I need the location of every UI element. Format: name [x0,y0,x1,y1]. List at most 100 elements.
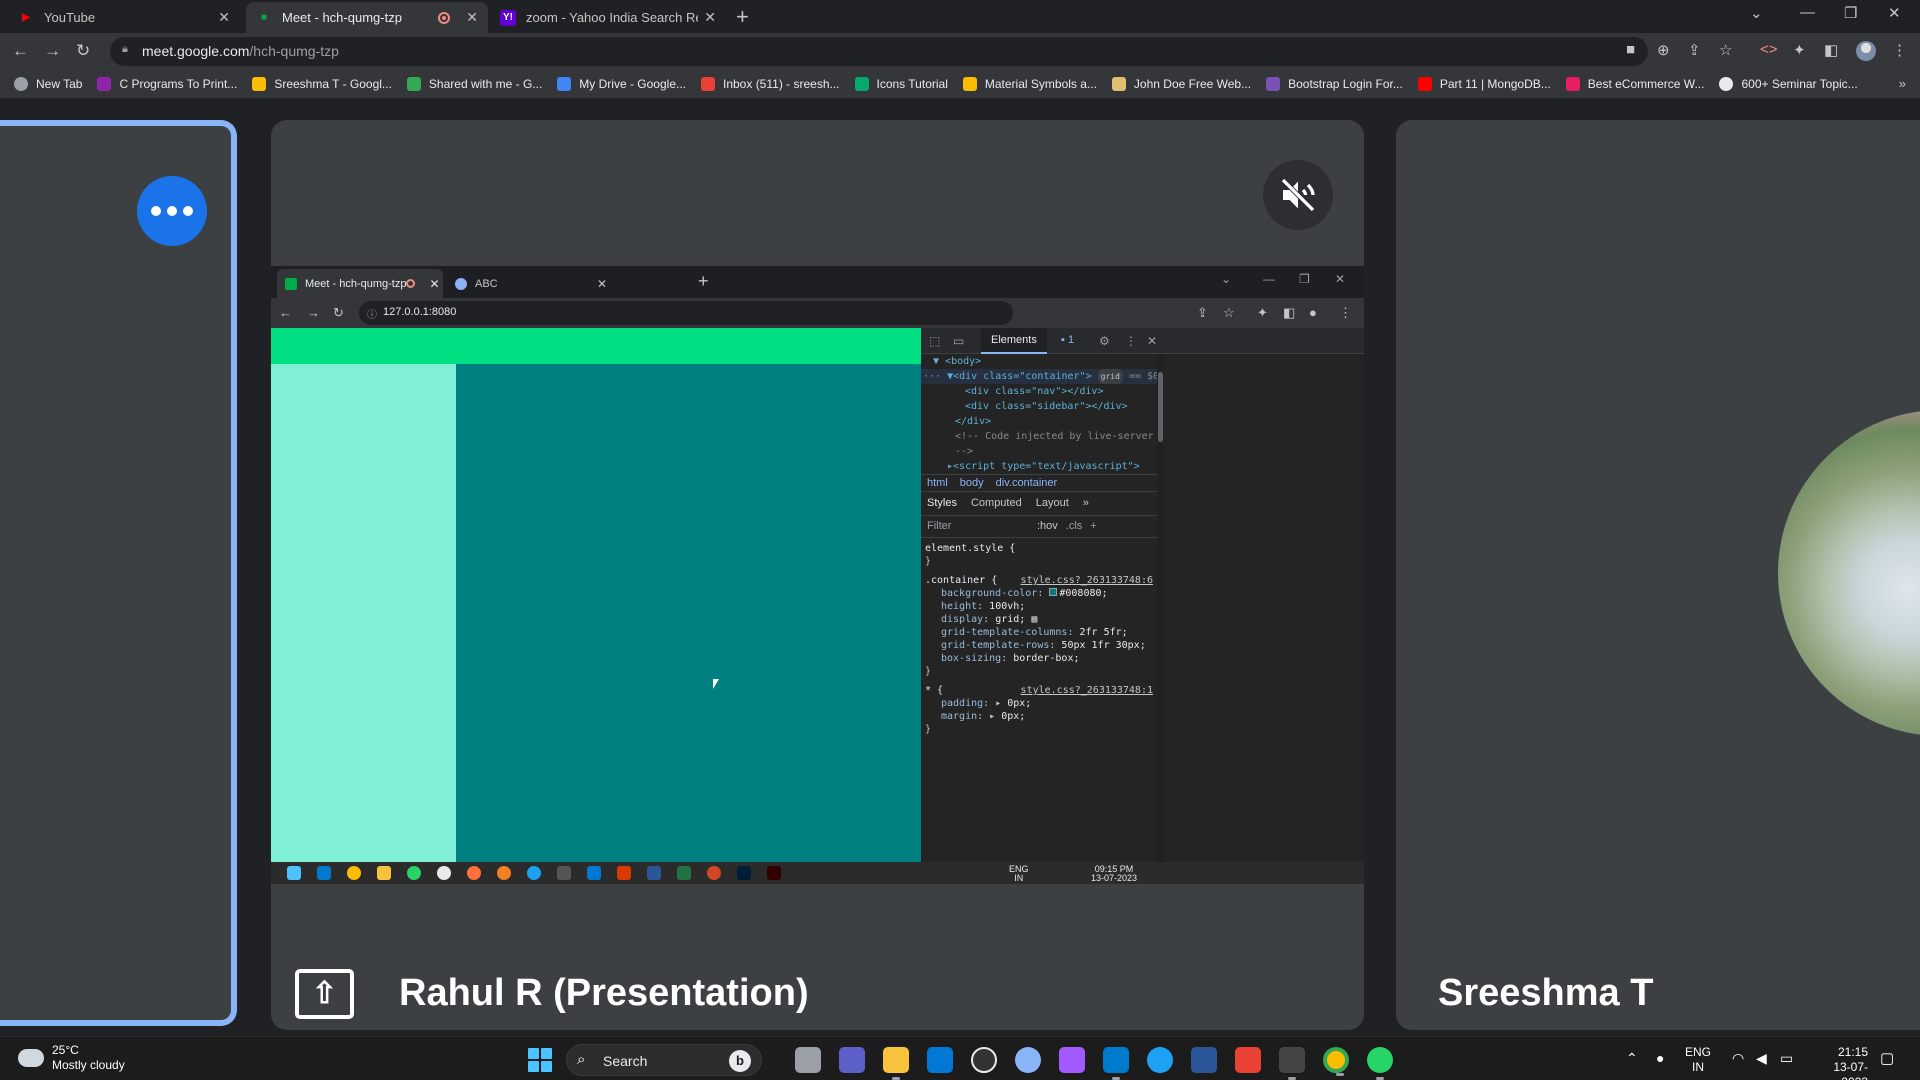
illustrator-icon [767,866,781,880]
tab-yahoo[interactable]: Y! zoom - Yahoo India Search Resul ✕ [490,2,726,33]
tab-youtube[interactable]: ▶ YouTube ✕ [8,2,240,33]
globe-icon [455,277,467,290]
reload-icon[interactable]: ↻ [76,41,90,61]
figma-icon[interactable] [1059,1047,1085,1073]
bookmark-item[interactable]: Best eCommerce W... [1565,77,1704,91]
shared-taskbar: ENG IN 09:15 PM 13-07-2023 [271,862,1364,884]
anydesk-icon[interactable] [1235,1047,1261,1073]
bookmark-item[interactable]: Sreeshma T - Googl... [252,77,392,91]
css-property: padding: ▸ 0px; [941,698,1032,709]
minimize-icon: — [1263,272,1275,286]
back-icon[interactable]: ← [12,41,29,61]
rule-selector: element.style { [925,543,1016,554]
vscode-icon[interactable] [1103,1047,1129,1080]
bing-icon[interactable]: b [729,1050,751,1072]
start-button[interactable] [528,1048,552,1072]
battery-icon[interactable]: ▭ [1780,1050,1793,1067]
chrome-icon[interactable] [1323,1047,1349,1076]
notification-icon[interactable]: ▢ [1880,1049,1894,1067]
dom-node: <div class="nav"></div> [965,386,1104,397]
bootstrap-icon [1266,77,1281,91]
css-property: box-sizing: border-box; [941,653,1080,664]
wifi-icon[interactable]: ◠ [1732,1050,1744,1067]
bookmark-item[interactable]: Shared with me - G... [406,77,542,91]
bookmark-item[interactable]: John Doe Free Web... [1111,77,1251,91]
camera-icon[interactable]: ■ [1626,41,1635,58]
share-page-icon: ⇪ [1197,305,1208,320]
more-options-button[interactable] [137,176,207,246]
weather-widget[interactable]: 25°C Mostly cloudy [15,1043,125,1073]
crumb: html [927,477,948,489]
bookmark-star-icon[interactable]: ☆ [1719,41,1732,59]
menu-icon[interactable]: ⋮ [1892,41,1907,59]
rule-close: } [925,556,932,567]
code-extension-icon[interactable]: <> [1760,41,1778,58]
volume-icon[interactable]: ◀ [1756,1050,1767,1067]
word-icon[interactable] [1191,1047,1217,1073]
address-bar[interactable]: 🔒︎ meet.google.com/hch-qumg-tzp [110,37,1648,66]
new-tab-icon: + [698,271,709,291]
zoom-icon[interactable]: ⊕ [1657,41,1670,59]
bookmark-item[interactable]: Inbox (511) - sreesh... [701,77,840,91]
terminal-icon[interactable] [1279,1047,1305,1080]
shared-screen: Meet - hch-qumg-tzp ✕ ABC ✕ + ⌄ — ❐ ✕ ← … [271,266,1364,884]
new-tab-button[interactable]: + [736,4,749,30]
device-toggle-icon: ▭ [953,334,965,348]
microphone-icon[interactable]: ● [1656,1050,1664,1066]
bookmark-item[interactable]: My Drive - Google... [557,77,686,91]
terminal-icon [557,866,571,880]
app-icon[interactable] [1015,1047,1041,1073]
participant-tile-sreeshma[interactable]: Sreeshma T [1396,120,1920,1030]
restore-icon[interactable]: ❐ [1844,4,1857,22]
back-icon: ← [279,305,292,320]
minimize-icon[interactable]: — [1800,4,1815,21]
meet-icon: ■ [260,12,268,23]
profile-avatar[interactable] [1856,41,1876,61]
close-tab-icon[interactable]: ✕ [218,9,230,26]
bookmark-item[interactable]: Material Symbols a... [962,77,1097,91]
dell-icon[interactable] [971,1047,997,1073]
file-explorer-icon[interactable] [883,1047,909,1080]
settings-icon: ⚙ [1099,334,1110,348]
bookmark-label: Sreeshma T - Googl... [274,77,392,91]
bookmark-label: Icons Tutorial [876,77,948,91]
firefox-icon [467,866,481,880]
share-page-icon[interactable]: ⇪ [1688,41,1701,59]
rule-source-link: style.css?_263133748:1 [1020,685,1153,696]
edge-icon[interactable] [1147,1047,1173,1073]
store-icon[interactable] [927,1047,953,1073]
office-icon [617,866,631,880]
bookmark-item[interactable]: Part 11 | MongoDB... [1417,77,1551,91]
browser-tabstrip: ▶ YouTube ✕ ■ Meet - hch-qumg-tzp ✕ Y! z… [0,0,1920,33]
system-clock[interactable]: 21:1513-07-2023 [1810,1045,1868,1080]
bookmark-icon [1565,77,1580,91]
presentation-tile[interactable]: Meet - hch-qumg-tzp ✕ ABC ✕ + ⌄ — ❐ ✕ ← … [271,120,1364,1030]
bookmark-item[interactable]: Icons Tutorial [854,77,948,91]
side-panel-icon[interactable]: ◧ [1824,41,1838,59]
bookmark-item[interactable]: 600+ Seminar Topic... [1719,77,1858,91]
tab-title: Meet - hch-qumg-tzp [305,277,407,290]
language-indicator[interactable]: ENG IN [1685,1045,1711,1075]
tab-meet[interactable]: ■ Meet - hch-qumg-tzp ✕ [246,2,488,33]
bookmark-item[interactable]: C Programs To Print... [97,77,237,91]
taskbar-search[interactable]: ⌕ Search b [566,1044,762,1076]
bookmark-item[interactable]: Bootstrap Login For... [1266,77,1403,91]
shared-address-bar: ⓘ 127.0.0.1:8080 [359,301,1013,325]
bookmark-item[interactable]: New Tab [14,77,82,91]
whatsapp-icon[interactable] [1367,1047,1393,1080]
task-view-icon[interactable] [795,1047,821,1073]
extensions-icon[interactable]: ✦ [1793,41,1806,59]
show-hidden-icons[interactable]: ⌃ [1626,1050,1638,1067]
close-window-icon[interactable]: ✕ [1888,4,1901,22]
close-tab-icon[interactable]: ✕ [704,9,716,26]
teams-chat-icon[interactable] [839,1047,865,1073]
shared-tab-meet: Meet - hch-qumg-tzp ✕ [277,269,443,298]
tab-search-icon[interactable]: ⌄ [1750,4,1763,22]
participant-tile-self[interactable] [0,120,237,1026]
forward-icon[interactable]: → [44,41,61,61]
css-property: margin: ▸ 0px; [941,711,1026,722]
close-tab-icon[interactable]: ✕ [466,9,478,26]
reload-icon: ↻ [333,305,344,320]
tab-title: zoom - Yahoo India Search Resul [526,10,698,25]
bookmarks-overflow-icon[interactable]: » [1899,76,1906,91]
